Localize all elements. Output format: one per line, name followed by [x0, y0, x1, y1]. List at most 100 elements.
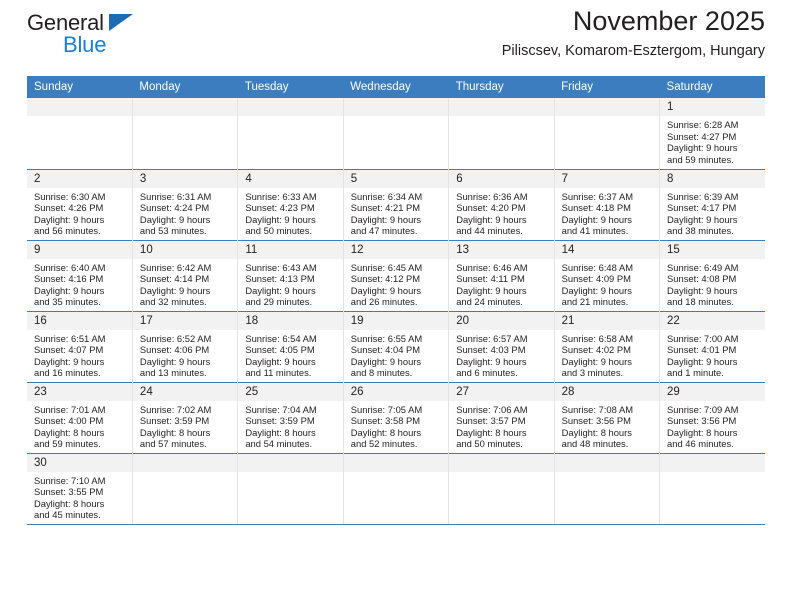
sunset-text: Sunset: 4:03 PM: [456, 344, 526, 356]
day-sun-info: Sunrise: 6:57 AM Sunset: 4:03 PM Daylight:…: [449, 330, 553, 379]
day-number: 27: [449, 382, 554, 401]
sunset-text: Sunset: 4:27 PM: [667, 130, 737, 142]
calendar-day-cell[interactable]: 17 Sunrise: 6:52 AM Sunset: 4:06 PM Dayligh…: [132, 310, 239, 382]
day-sun-info: Sunrise: 7:02 AM Sunset: 3:59 PM Daylight:…: [133, 401, 237, 450]
sunset-text: Sunset: 4:13 PM: [245, 273, 315, 285]
weekday-header-sunday: Sunday: [27, 76, 133, 98]
sunset-text: Sunset: 4:14 PM: [139, 273, 210, 285]
day-number: [132, 98, 238, 116]
calendar-day-cell[interactable]: 23 Sunrise: 7:01 AM Sunset: 4:00 PM Dayligh…: [27, 381, 133, 453]
calendar-day-cell[interactable]: 24 Sunrise: 7:02 AM Sunset: 3:59 PM Dayligh…: [132, 381, 239, 453]
calendar-day-cell[interactable]: 14 Sunrise: 6:48 AM Sunset: 4:09 PM Dayligh…: [554, 239, 661, 311]
daylight-minutes-text: and 16 minutes.: [34, 367, 101, 379]
daylight-text: Daylight: 9 hours: [456, 213, 527, 225]
calendar-day-cell[interactable]: 8 Sunrise: 6:39 AM Sunset: 4:17 PM Daylight…: [659, 168, 765, 240]
calendar-day-cell[interactable]: 13 Sunrise: 6:46 AM Sunset: 4:11 PM Dayligh…: [448, 239, 555, 311]
daylight-minutes-text: and 47 minutes.: [350, 225, 418, 237]
day-number: 28: [554, 382, 660, 401]
calendar-week-row: 1 Sunrise: 6:28 AM Sunset: 4:27 PM Daylight…: [27, 98, 765, 169]
daylight-minutes-text: and 32 minutes.: [139, 296, 207, 308]
sunset-text: Sunset: 4:05 PM: [245, 344, 315, 356]
calendar-day-cell[interactable]: 6 Sunrise: 6:36 AM Sunset: 4:20 PM Daylight…: [448, 168, 555, 240]
daylight-text: Daylight: 9 hours: [561, 284, 632, 296]
daylight-text: Daylight: 8 hours: [667, 426, 738, 438]
calendar-day-cell[interactable]: 15 Sunrise: 6:49 AM Sunset: 4:08 PM Dayligh…: [659, 239, 765, 311]
daylight-minutes-text: and 41 minutes.: [561, 225, 629, 237]
sunrise-text: Sunrise: 6:30 AM: [34, 190, 106, 202]
sunset-text: Sunset: 3:55 PM: [34, 486, 104, 498]
day-number: 20: [449, 311, 554, 330]
calendar-day-cell[interactable]: 25 Sunrise: 7:04 AM Sunset: 3:59 PM Dayligh…: [237, 381, 344, 453]
sunset-text: Sunset: 4:01 PM: [667, 344, 737, 356]
calendar-day-cell[interactable]: 4 Sunrise: 6:33 AM Sunset: 4:23 PM Daylight…: [237, 168, 344, 240]
calendar-day-cell[interactable]: 1 Sunrise: 6:28 AM Sunset: 4:27 PM Daylight…: [660, 98, 765, 169]
calendar-day-cell[interactable]: 29 Sunrise: 7:09 AM Sunset: 3:56 PM Dayligh…: [659, 381, 765, 453]
sunrise-text: Sunrise: 6:51 AM: [34, 332, 106, 344]
calendar-day-cell[interactable]: 16 Sunrise: 6:51 AM Sunset: 4:07 PM Dayligh…: [27, 310, 133, 382]
calendar-day-cell[interactable]: 9 Sunrise: 6:40 AM Sunset: 4:16 PM Daylight…: [27, 239, 133, 311]
calendar-day-cell[interactable]: 3 Sunrise: 6:31 AM Sunset: 4:24 PM Daylight…: [132, 168, 239, 240]
calendar-page: General Blue November 2025 Piliscsev, Ko…: [0, 0, 792, 612]
day-sun-info: Sunrise: 6:39 AM Sunset: 4:17 PM Daylight:…: [660, 188, 765, 237]
calendar-day-cell[interactable]: 10 Sunrise: 6:42 AM Sunset: 4:14 PM Dayligh…: [132, 239, 239, 311]
daylight-text: Daylight: 9 hours: [667, 213, 738, 225]
calendar-day-cell[interactable]: 19 Sunrise: 6:55 AM Sunset: 4:04 PM Dayligh…: [343, 310, 450, 382]
calendar-day-cell[interactable]: 27 Sunrise: 7:06 AM Sunset: 3:57 PM Dayligh…: [448, 381, 555, 453]
daylight-minutes-text: and 21 minutes.: [561, 296, 629, 308]
day-number: 25: [238, 382, 343, 401]
day-number: [238, 453, 343, 472]
calendar-day-cell[interactable]: 21 Sunrise: 6:58 AM Sunset: 4:02 PM Dayligh…: [554, 310, 661, 382]
calendar-day-cell[interactable]: 20 Sunrise: 6:57 AM Sunset: 4:03 PM Dayligh…: [448, 310, 555, 382]
daylight-text: Daylight: 9 hours: [561, 213, 632, 225]
day-sun-info: Sunrise: 6:37 AM Sunset: 4:18 PM Daylight:…: [555, 188, 659, 237]
sunset-text: Sunset: 4:12 PM: [350, 273, 421, 285]
generalblue-logo[interactable]: General Blue: [27, 12, 167, 62]
day-sun-info: Sunrise: 7:01 AM Sunset: 4:00 PM Daylight:…: [27, 401, 132, 450]
day-number: 8: [660, 169, 765, 188]
daylight-text: Daylight: 9 hours: [245, 355, 316, 367]
sunrise-text: Sunrise: 6:49 AM: [667, 261, 739, 273]
daylight-text: Daylight: 8 hours: [561, 426, 632, 438]
daylight-text: Daylight: 9 hours: [34, 355, 105, 367]
day-number: [343, 453, 449, 472]
day-sun-info: Sunrise: 7:09 AM Sunset: 3:56 PM Daylight:…: [660, 401, 765, 450]
title-block: November 2025 Piliscsev, Komarom-Eszterg…: [502, 6, 765, 59]
day-number: [554, 98, 660, 116]
day-sun-info: Sunrise: 6:55 AM Sunset: 4:04 PM Daylight:…: [344, 330, 448, 379]
calendar-day-cell[interactable]: 22 Sunrise: 7:00 AM Sunset: 4:01 PM Dayligh…: [659, 310, 765, 382]
weekday-header-tuesday: Tuesday: [237, 76, 344, 98]
calendar-header-row: Sunday Monday Tuesday Wednesday Thursday Frid…: [27, 76, 765, 98]
sunset-text: Sunset: 4:08 PM: [667, 273, 737, 285]
day-number: 29: [660, 382, 765, 401]
sunrise-text: Sunrise: 7:01 AM: [34, 403, 106, 415]
calendar-day-cell[interactable]: 7 Sunrise: 6:37 AM Sunset: 4:18 PM Daylight…: [554, 168, 661, 240]
sunrise-text: Sunrise: 6:42 AM: [139, 261, 212, 273]
calendar-day-cell[interactable]: 2 Sunrise: 6:30 AM Sunset: 4:26 PM Daylight…: [27, 168, 133, 240]
weekday-header-thursday: Thursday: [448, 76, 555, 98]
daylight-minutes-text: and 29 minutes.: [245, 296, 313, 308]
calendar-day-cell[interactable]: 26 Sunrise: 7:05 AM Sunset: 3:58 PM Dayligh…: [343, 381, 450, 453]
daylight-text: Daylight: 9 hours: [667, 142, 738, 154]
daylight-minutes-text: and 35 minutes.: [34, 296, 101, 308]
daylight-text: Daylight: 8 hours: [350, 426, 422, 438]
daylight-minutes-text: and 54 minutes.: [245, 438, 313, 450]
sunrise-text: Sunrise: 7:05 AM: [350, 403, 423, 415]
calendar-day-cell[interactable]: 12 Sunrise: 6:45 AM Sunset: 4:12 PM Dayligh…: [343, 239, 450, 311]
calendar-day-cell[interactable]: 28 Sunrise: 7:08 AM Sunset: 3:56 PM Dayligh…: [554, 381, 661, 453]
day-number: 21: [554, 311, 660, 330]
sunset-text: Sunset: 3:59 PM: [139, 415, 210, 427]
day-number: 22: [660, 311, 765, 330]
sunset-text: Sunset: 4:17 PM: [667, 202, 737, 214]
sunrise-text: Sunrise: 6:58 AM: [561, 332, 634, 344]
calendar-day-cell-empty: [343, 452, 450, 524]
daylight-text: Daylight: 8 hours: [245, 426, 316, 438]
daylight-text: Daylight: 9 hours: [350, 284, 422, 296]
calendar-day-cell[interactable]: 18 Sunrise: 6:54 AM Sunset: 4:05 PM Dayligh…: [237, 310, 344, 382]
calendar-day-cell[interactable]: 30 Sunrise: 7:10 AM Sunset: 3:55 PM Dayligh…: [27, 452, 133, 524]
sunrise-text: Sunrise: 7:10 AM: [34, 474, 106, 486]
daylight-text: Daylight: 9 hours: [139, 213, 211, 225]
daylight-minutes-text: and 11 minutes.: [245, 367, 312, 379]
calendar-day-cell[interactable]: 5 Sunrise: 6:34 AM Sunset: 4:21 PM Daylight…: [343, 168, 450, 240]
calendar-day-cell[interactable]: 11 Sunrise: 6:43 AM Sunset: 4:13 PM Dayligh…: [237, 239, 344, 311]
day-sun-info: Sunrise: 6:31 AM Sunset: 4:24 PM Daylight:…: [133, 188, 237, 237]
